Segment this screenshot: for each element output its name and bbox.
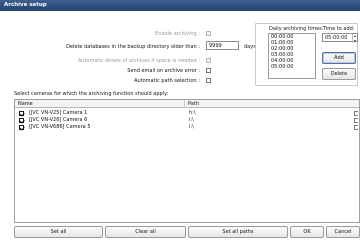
camera-name: [JVC VN-V686] Camera 5 xyxy=(29,124,91,130)
daily-times-list[interactable]: 00:00:00 01:00:00 02:00:00 03:00:00 04:0… xyxy=(268,33,316,79)
auto-delete-label: Automatic delete of archives if space is… xyxy=(77,58,200,64)
set-all-paths-button[interactable]: Set all paths xyxy=(188,226,288,238)
ok-button[interactable]: OK xyxy=(290,226,324,238)
table-row[interactable]: [JVC VN-V25] Camera 1 h:\ xyxy=(15,110,359,117)
spin-down-icon[interactable] xyxy=(354,40,356,42)
spin-up-icon[interactable] xyxy=(354,35,356,37)
daily-times-label: Daily archiving times: xyxy=(269,26,324,32)
camera-name: [JVC VN-V25] Camera 1 xyxy=(29,110,88,116)
archive-setup-panel: Enable archiving : Delete databases in t… xyxy=(0,11,360,240)
send-email-checkbox[interactable] xyxy=(206,68,211,73)
row-right-checkbox[interactable] xyxy=(354,118,358,123)
column-name-header[interactable]: Name xyxy=(15,100,185,108)
set-all-button[interactable]: Set all xyxy=(14,226,103,238)
auto-path-label: Automatic path selection : xyxy=(134,78,200,84)
camera-path: i:\ xyxy=(189,124,194,130)
table-row[interactable]: [JVC VN-V686] Camera 5 i:\ xyxy=(15,124,359,131)
camera-checkbox[interactable] xyxy=(19,125,24,130)
delete-older-label: Delete databases in the backup directory… xyxy=(66,44,200,50)
send-email-label: Send email on archive error : xyxy=(127,68,200,74)
enable-archiving-label: Enable archiving : xyxy=(155,31,200,37)
window-title: Archive setup xyxy=(4,2,47,8)
add-time-button[interactable]: Add xyxy=(322,52,356,64)
time-spinner[interactable] xyxy=(352,34,357,43)
camera-checkbox[interactable] xyxy=(19,118,24,123)
clear-all-button[interactable]: Clear all xyxy=(105,226,186,238)
time-to-add-input[interactable]: 05:00:00 xyxy=(322,33,358,43)
camera-path: h:\ xyxy=(189,110,196,116)
delete-time-button[interactable]: Delete xyxy=(322,68,356,80)
time-to-add-label: Time to add: xyxy=(323,26,355,32)
auto-path-checkbox[interactable] xyxy=(206,78,211,83)
row-right-checkbox[interactable] xyxy=(354,111,358,116)
days-input[interactable]: 9999 xyxy=(206,41,239,50)
window-title-bar: Archive setup xyxy=(0,0,360,11)
camera-name: [JVC VN-V26] Camera 6 xyxy=(29,117,88,123)
table-header: Name Path xyxy=(15,100,359,108)
camera-path: i:\ xyxy=(189,117,194,123)
cameras-section-label: Select cameras for which the archiving f… xyxy=(14,91,169,97)
time-item[interactable]: 05:00:00 xyxy=(269,64,315,70)
time-to-add-value: 05:00:00 xyxy=(325,35,348,41)
cancel-button[interactable]: Cancel xyxy=(326,226,360,238)
column-path-header[interactable]: Path xyxy=(185,100,360,108)
row-right-checkbox[interactable] xyxy=(354,125,358,130)
auto-delete-checkbox[interactable] xyxy=(206,58,211,63)
cameras-table: Name Path [JVC VN-V25] Camera 1 h:\ [JVC… xyxy=(14,99,360,223)
table-row[interactable]: [JVC VN-V26] Camera 6 i:\ xyxy=(15,117,359,124)
camera-checkbox[interactable] xyxy=(19,111,24,116)
enable-archiving-checkbox[interactable] xyxy=(206,31,211,36)
